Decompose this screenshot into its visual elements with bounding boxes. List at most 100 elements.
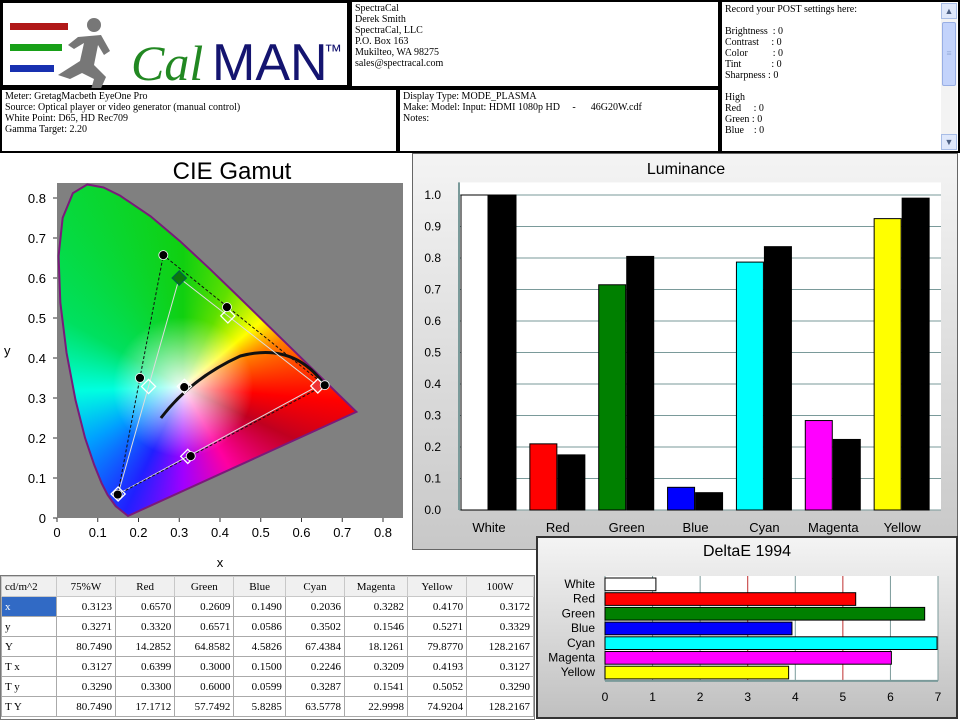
table-cell[interactable]: 0.6399 — [115, 656, 176, 677]
measured-point-green — [158, 250, 169, 261]
table-row: y 0.3271 0.3320 0.6571 0.0586 0.3502 0.1546 0.5… — [1, 616, 534, 637]
x-tick-label: 1 — [649, 690, 656, 704]
table-cell[interactable]: 0.1546 — [344, 616, 408, 637]
table-cell[interactable]: 0.1541 — [344, 676, 408, 697]
table-cell[interactable]: 0.2609 — [174, 596, 235, 617]
column-header[interactable]: Green — [174, 576, 235, 597]
column-header[interactable]: Magenta — [344, 576, 408, 597]
table-cell[interactable]: 0.3282 — [344, 596, 408, 617]
table-cell[interactable]: 80.7490 — [55, 696, 117, 717]
table-cell[interactable]: 0.4193 — [406, 656, 468, 677]
text-line: Color : 0 — [725, 48, 784, 59]
svg-text:MAN: MAN — [212, 34, 328, 92]
column-header[interactable]: Blue — [233, 576, 286, 597]
text-line: Source: Optical player or video generato… — [5, 102, 241, 113]
table-cell[interactable]: 0.3300 — [115, 676, 176, 697]
chart-title: CIE Gamut — [173, 158, 292, 185]
row-header[interactable]: T y — [1, 676, 57, 697]
table-cell[interactable]: 0.3502 — [284, 616, 346, 637]
text-line: Make: Model: Input: HDMI 1080p HD - 46G2… — [403, 102, 642, 113]
x-tick-label: 0.1 — [89, 525, 107, 540]
text-line: Notes: — [403, 113, 430, 124]
bar-green — [604, 606, 926, 621]
y-tick-label: 0.7 — [28, 231, 46, 246]
table-cell[interactable]: 0.3172 — [466, 596, 534, 617]
table-cell[interactable]: 63.5778 — [284, 696, 346, 717]
table-cell[interactable]: 74.9204 — [406, 696, 468, 717]
table-cell[interactable]: 0.0599 — [233, 676, 286, 697]
table-cell[interactable]: 0.6570 — [115, 596, 176, 617]
table-cell[interactable]: 0.3320 — [115, 616, 176, 637]
table-cell[interactable]: 0.1490 — [233, 596, 286, 617]
y-tick-label: 0.0 — [424, 503, 441, 517]
scroll-up-icon[interactable]: ▲ — [941, 3, 957, 19]
row-header[interactable]: Y — [1, 636, 57, 657]
table-cell[interactable]: 0.3127 — [55, 656, 117, 677]
y-tick-label: 1.0 — [424, 188, 441, 202]
table-cell[interactable]: 0.3127 — [466, 656, 534, 677]
table-cell[interactable]: 0.3000 — [174, 656, 235, 677]
table-cell[interactable]: 0.3329 — [466, 616, 534, 637]
y-tick-label: 0.3 — [424, 409, 441, 423]
table-cell[interactable]: 18.1261 — [344, 636, 408, 657]
table-cell[interactable]: 0.3287 — [284, 676, 346, 697]
table-cell[interactable]: 64.8582 — [174, 636, 235, 657]
text-line: Record your POST settings here: — [725, 4, 858, 15]
column-header[interactable]: Red — [115, 576, 176, 597]
text-line: Contrast : 0 — [725, 37, 782, 48]
text-line: Red : 0 — [725, 103, 764, 114]
y-tick-label: 0.5 — [424, 346, 441, 360]
scroll-down-icon[interactable]: ▼ — [941, 134, 957, 150]
table-cell[interactable]: 0.4170 — [406, 596, 468, 617]
row-header[interactable]: T Y — [1, 696, 57, 717]
table-cell[interactable]: 0.3123 — [55, 596, 117, 617]
column-header[interactable]: Cyan — [284, 576, 346, 597]
y-tick-label: White — [564, 577, 595, 591]
bar-measured-magenta — [804, 420, 833, 511]
y-tick-label: 0.6 — [424, 314, 441, 328]
table-cell[interactable]: 128.2167 — [466, 696, 534, 717]
table-cell[interactable]: 79.8770 — [406, 636, 468, 657]
table-cell[interactable]: 0.2246 — [284, 656, 346, 677]
table-cell[interactable]: 80.7490 — [55, 636, 117, 657]
table-cell[interactable]: 0.1500 — [233, 656, 286, 677]
table-cell[interactable]: 0.3271 — [55, 616, 117, 637]
table-cell[interactable]: 22.9998 — [344, 696, 408, 717]
table-cell[interactable]: 0.0586 — [233, 616, 286, 637]
bar-target-red — [557, 454, 586, 511]
table-cell[interactable]: 5.8285 — [233, 696, 286, 717]
table-cell[interactable]: 0.5052 — [406, 676, 468, 697]
measured-point-blue — [112, 489, 123, 500]
row-header[interactable]: y — [1, 616, 57, 637]
x-tick-label: 0.8 — [374, 525, 392, 540]
text-line: Meter: GretagMacbeth EyeOne Pro — [5, 91, 148, 102]
scrollbar[interactable]: ▲ ≡ ▼ — [941, 3, 957, 150]
table-cell[interactable]: 0.6000 — [174, 676, 235, 697]
scroll-thumb[interactable]: ≡ — [942, 22, 956, 86]
post-settings-textarea[interactable]: Record your POST settings here: Brightnes… — [720, 0, 960, 153]
table-cell[interactable]: 0.3290 — [466, 676, 534, 697]
table-cell[interactable]: 67.4384 — [284, 636, 346, 657]
x-tick-label: 0.2 — [129, 525, 147, 540]
row-header[interactable]: T x — [1, 656, 57, 677]
column-header[interactable]: Yellow — [406, 576, 468, 597]
table-cell[interactable]: 0.2036 — [284, 596, 346, 617]
table-cell[interactable]: 4.5826 — [233, 636, 286, 657]
y-tick-label: Blue — [571, 621, 595, 635]
column-header[interactable]: cd/m^2 — [1, 576, 57, 597]
table-row: T Y 80.7490 17.1712 57.7492 5.8285 63.5778 22.… — [1, 696, 534, 717]
table-cell[interactable]: 17.1712 — [115, 696, 176, 717]
table-cell[interactable]: 128.2167 — [466, 636, 534, 657]
text-line: Blue : 0 — [725, 125, 765, 136]
row-header[interactable]: x — [1, 596, 57, 617]
table-cell[interactable]: 0.6571 — [174, 616, 235, 637]
table-cell[interactable]: 0.5271 — [406, 616, 468, 637]
column-header[interactable]: 75%W — [55, 576, 117, 597]
table-cell[interactable]: 0.3209 — [344, 656, 408, 677]
table-cell[interactable]: 14.2852 — [115, 636, 176, 657]
text-line: Gamma Target: 2.20 — [5, 124, 87, 135]
table-cell[interactable]: 57.7492 — [174, 696, 235, 717]
x-tick-label: 0 — [53, 525, 60, 540]
column-header[interactable]: 100W — [466, 576, 534, 597]
table-cell[interactable]: 0.3290 — [55, 676, 117, 697]
